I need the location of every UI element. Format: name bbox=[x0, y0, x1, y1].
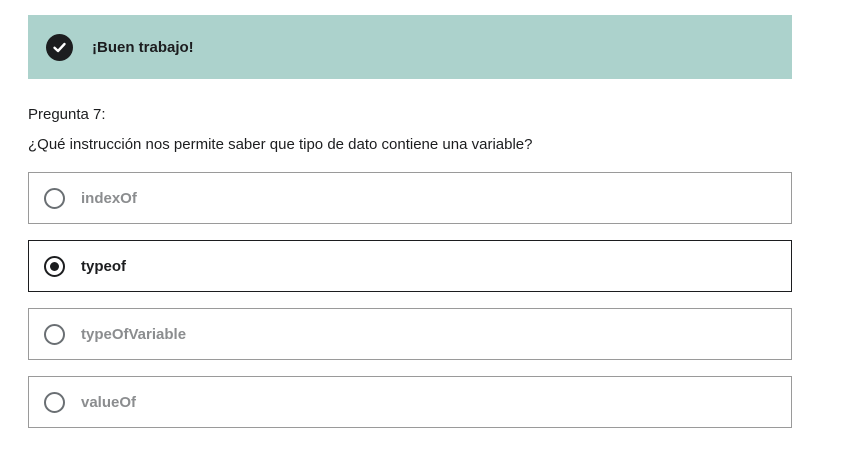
radio-icon[interactable] bbox=[44, 391, 65, 413]
answer-option-label: typeOfVariable bbox=[81, 325, 187, 343]
feedback-text: ¡Buen trabajo! bbox=[92, 38, 194, 56]
answer-options: indexOf typeof typeOfVariable valueOf bbox=[28, 172, 792, 444]
question-number: Pregunta 7: bbox=[28, 106, 106, 123]
radio-icon[interactable] bbox=[44, 187, 65, 209]
answer-option-label: indexOf bbox=[81, 189, 137, 207]
answer-option-valueof[interactable]: valueOf bbox=[28, 376, 792, 428]
answer-option-label: typeof bbox=[81, 257, 126, 275]
answer-option-label: valueOf bbox=[81, 393, 137, 411]
radio-selected-icon[interactable] bbox=[44, 255, 65, 277]
radio-icon[interactable] bbox=[44, 323, 65, 345]
answer-option-typeofvariable[interactable]: typeOfVariable bbox=[28, 308, 792, 360]
answer-option-typeof[interactable]: typeof bbox=[28, 240, 792, 292]
check-circle-icon bbox=[46, 33, 73, 61]
answer-option-indexof[interactable]: indexOf bbox=[28, 172, 792, 224]
feedback-banner: ¡Buen trabajo! bbox=[28, 15, 792, 79]
question-text: ¿Qué instrucción nos permite saber que t… bbox=[28, 136, 533, 153]
